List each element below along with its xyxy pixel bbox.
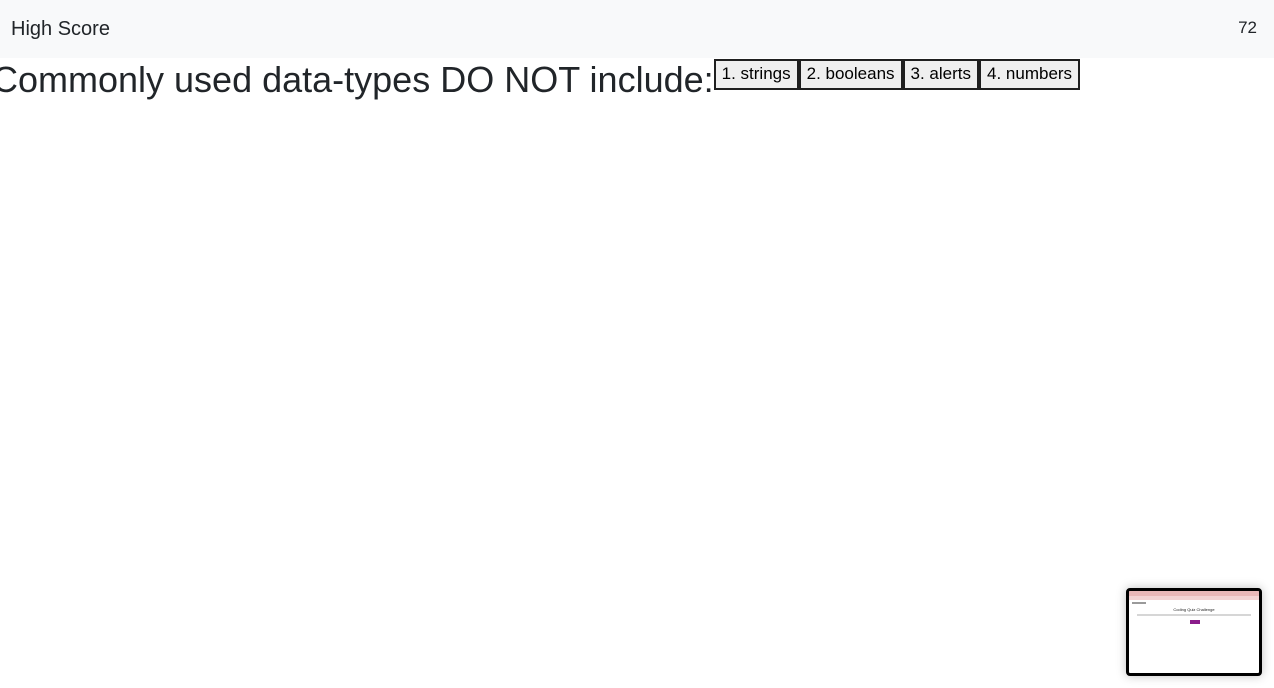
thumbnail-tabbar xyxy=(1129,596,1259,600)
thumbnail-start-button xyxy=(1190,620,1200,624)
answer-button-2[interactable]: 2. booleans xyxy=(798,59,903,90)
quiz-container: Commonly used data-types DO NOT include:… xyxy=(0,58,1081,102)
thumbnail-nav xyxy=(1132,602,1146,604)
answer-button-4[interactable]: 4. numbers xyxy=(979,59,1081,90)
navbar: High Score 72 xyxy=(0,0,1274,58)
timer-display: 72 xyxy=(1238,18,1257,37)
answer-button-1[interactable]: 1. strings xyxy=(713,59,799,90)
high-score-link[interactable]: High Score xyxy=(11,17,110,41)
question-text: Commonly used data-types DO NOT include: xyxy=(0,59,714,100)
thumbnail-title: Coding Quiz Challenge xyxy=(1173,607,1215,612)
screenshot-thumbnail[interactable]: Coding Quiz Challenge xyxy=(1126,588,1262,676)
thumbnail-text-line xyxy=(1137,614,1251,616)
answer-button-3[interactable]: 3. alerts xyxy=(902,59,980,90)
answer-choices: 1. strings 2. booleans 3. alerts 4. numb… xyxy=(713,59,1081,90)
